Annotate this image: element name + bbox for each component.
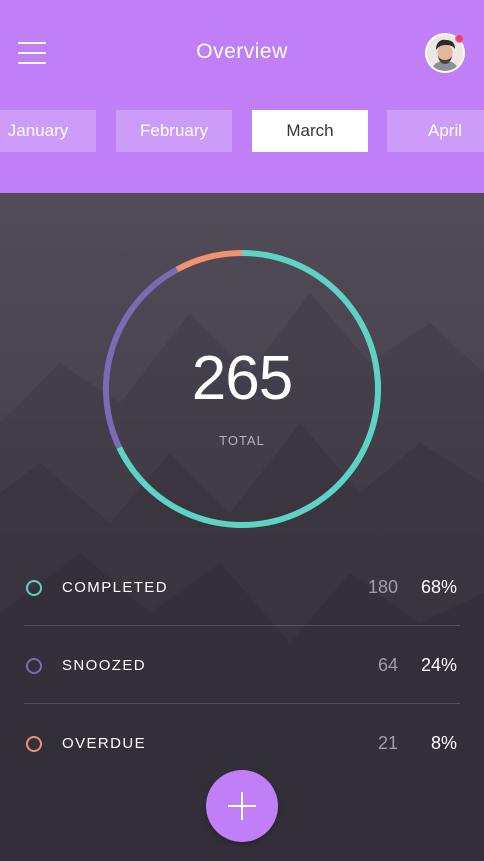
legend-count: 64: [377, 655, 398, 675]
legend-row-snoozed[interactable]: SNOOZED 64 24%: [24, 626, 460, 704]
legend-label: SNOOZED: [62, 657, 146, 674]
notification-dot: [455, 34, 464, 43]
legend-count: 180: [367, 577, 398, 597]
total-label: TOTAL: [219, 433, 265, 448]
app-header: Overview January February March April: [0, 0, 484, 193]
snoozed-ring-icon: [26, 658, 42, 674]
legend-percent: 24%: [420, 655, 457, 675]
overview-panel: 265 TOTAL COMPLETED 180 68% SNOOZED 64 2…: [0, 193, 484, 861]
month-tabs: January February March April: [0, 110, 484, 152]
legend-row-completed[interactable]: COMPLETED 180 68%: [24, 548, 460, 626]
legend-percent: 8%: [430, 733, 457, 753]
total-value: 265: [191, 344, 293, 413]
page-title: Overview: [196, 40, 288, 63]
tab-march[interactable]: March: [252, 110, 368, 152]
overdue-ring-icon: [26, 736, 42, 752]
plus-icon: [241, 792, 243, 820]
tab-april[interactable]: April: [387, 110, 484, 152]
donut-segment-overdue: [175, 250, 243, 273]
legend-count: 21: [377, 733, 398, 753]
completed-ring-icon: [26, 580, 42, 596]
legend-label: OVERDUE: [62, 735, 146, 752]
legend-label: COMPLETED: [62, 579, 168, 596]
avatar[interactable]: [425, 33, 465, 73]
tab-february[interactable]: February: [116, 110, 232, 152]
legend-percent: 68%: [420, 577, 457, 597]
tab-january[interactable]: January: [0, 110, 96, 152]
add-button[interactable]: [206, 770, 278, 842]
